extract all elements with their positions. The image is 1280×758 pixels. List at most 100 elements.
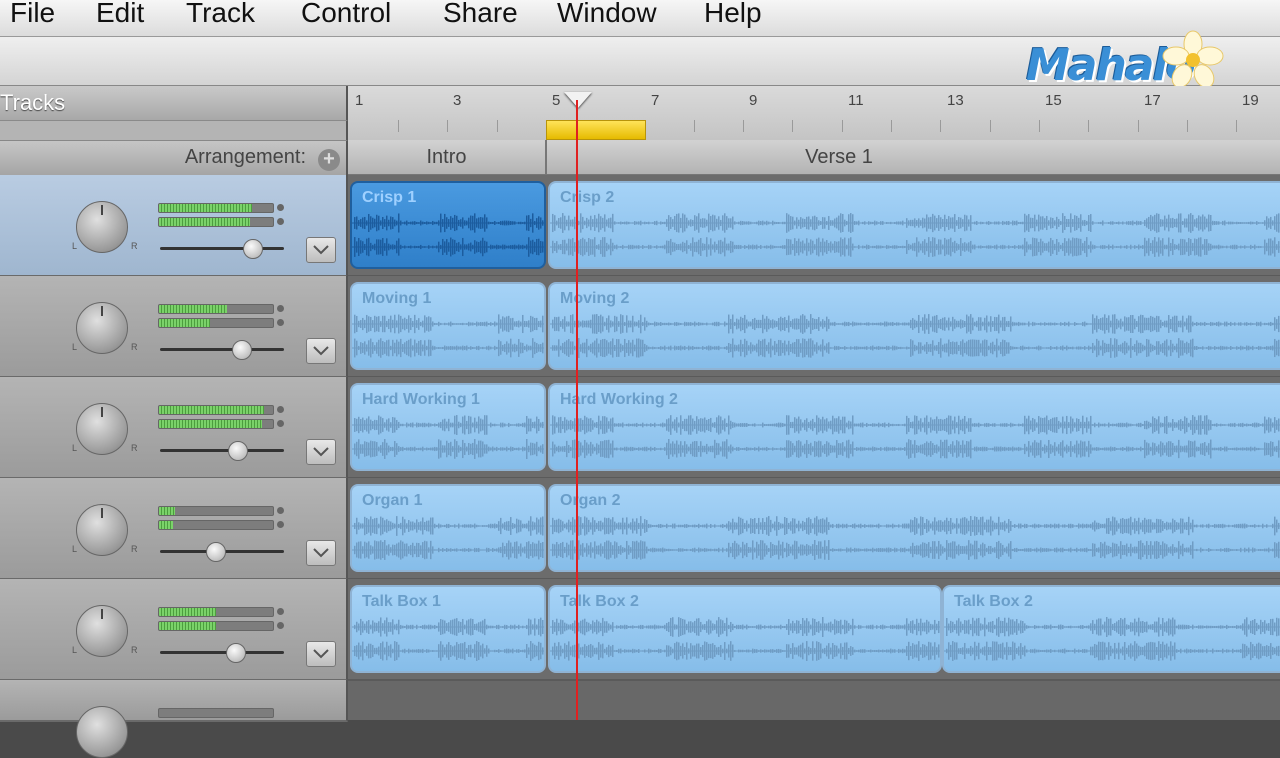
track-options-button[interactable] (306, 237, 336, 263)
playhead-line[interactable] (576, 100, 578, 720)
track-header[interactable]: LR (0, 579, 348, 681)
track-header[interactable]: LR (0, 276, 348, 378)
region-moving-2[interactable]: Moving 2 (548, 282, 1280, 370)
clip-indicator[interactable] (277, 521, 284, 528)
volume-slider[interactable] (160, 348, 284, 351)
waveform-sample (362, 621, 364, 633)
region-hard-working-2[interactable]: Hard Working 2 (548, 383, 1280, 471)
pan-knob[interactable] (76, 706, 128, 758)
waveform-sample (1146, 218, 1148, 228)
waveform-sample (572, 440, 574, 458)
track-options-button[interactable] (306, 338, 336, 364)
region-organ-2[interactable]: Organ 2 (548, 484, 1280, 572)
track-options-button[interactable] (306, 540, 336, 566)
waveform-sample (454, 645, 456, 657)
waveform-sample (1228, 323, 1230, 325)
menu-share[interactable]: Share (443, 0, 518, 29)
region-moving-1[interactable]: Moving 1 (350, 282, 546, 370)
waveform-sample (664, 322, 666, 326)
waveform-sample (818, 621, 820, 633)
menu-window[interactable]: Window (557, 0, 657, 29)
menu-file[interactable]: File (10, 0, 55, 29)
waveform-sample (922, 517, 924, 535)
waveform-sample (1266, 623, 1268, 631)
pan-knob[interactable] (76, 201, 128, 253)
clip-indicator[interactable] (277, 420, 284, 427)
clip-indicator[interactable] (277, 204, 284, 211)
pan-knob[interactable] (76, 403, 128, 455)
volume-slider-thumb[interactable] (231, 340, 252, 360)
clip-indicator[interactable] (277, 622, 284, 629)
menu-control[interactable]: Control (301, 0, 391, 29)
waveform-sample (1192, 242, 1194, 252)
track-header[interactable]: LR (0, 175, 348, 277)
waveform-sample (802, 520, 804, 532)
volume-slider-thumb[interactable] (228, 441, 249, 461)
track-options-button[interactable] (306, 641, 336, 667)
waveform-sample (810, 546, 812, 554)
region-crisp-1[interactable]: Crisp 1 (350, 181, 546, 269)
waveform-sample (1100, 523, 1102, 529)
waveform-sample (1244, 423, 1246, 427)
waveform-sample (928, 217, 930, 229)
waveform-sample (458, 346, 460, 350)
waveform-sample (724, 642, 726, 660)
clip-indicator[interactable] (277, 406, 284, 413)
region-talk-box-1[interactable]: Talk Box 1 (350, 585, 546, 673)
region-talk-box-2-copy[interactable]: Talk Box 2 (942, 585, 1280, 673)
waveform-sample (1234, 626, 1236, 628)
region-crisp-2[interactable]: Crisp 2 (548, 181, 1280, 269)
waveform-sample (458, 219, 460, 227)
volume-slider-thumb[interactable] (226, 643, 246, 663)
waveform-sample (764, 318, 766, 330)
waveform-sample (1010, 541, 1012, 559)
waveform-sample (384, 620, 386, 634)
volume-slider[interactable] (160, 651, 284, 654)
clip-indicator[interactable] (277, 507, 284, 514)
waveform-sample (482, 346, 484, 350)
clip-indicator[interactable] (277, 608, 284, 615)
waveform-sample (1120, 518, 1122, 534)
clip-indicator[interactable] (277, 305, 284, 312)
volume-slider[interactable] (160, 247, 284, 250)
waveform-sample (1024, 523, 1026, 529)
pan-knob[interactable] (76, 302, 128, 354)
waveform-sample (946, 343, 948, 353)
region-organ-1[interactable]: Organ 1 (350, 484, 546, 572)
pan-knob[interactable] (76, 504, 128, 556)
section-intro[interactable]: Intro (348, 140, 547, 174)
playhead-handle[interactable] (564, 92, 592, 108)
waveform-sample (962, 219, 964, 227)
waveform-sample (1052, 445, 1054, 453)
menu-edit[interactable]: Edit (96, 0, 144, 29)
cycle-region[interactable] (546, 120, 646, 140)
waveform-sample (1262, 523, 1264, 529)
waveform-sample (748, 221, 750, 225)
region-talk-box-2[interactable]: Talk Box 2 (548, 585, 942, 673)
menu-help[interactable]: Help (704, 0, 762, 29)
section-verse-1[interactable]: Verse 1 (547, 140, 1131, 174)
region-hard-working-1[interactable]: Hard Working 1 (350, 383, 546, 471)
track-header[interactable]: LR (0, 478, 348, 580)
track-options-button[interactable] (306, 439, 336, 465)
waveform-sample (1004, 617, 1006, 637)
volume-slider-thumb[interactable] (242, 239, 263, 259)
waveform-sample (1268, 238, 1270, 256)
clip-indicator[interactable] (277, 319, 284, 326)
waveform-sample (552, 620, 554, 634)
clip-indicator[interactable] (277, 218, 284, 225)
add-arrangement-button[interactable]: + (318, 149, 340, 171)
waveform-sample (936, 521, 938, 531)
pan-knob[interactable] (76, 605, 128, 657)
waveform-sample (534, 644, 536, 658)
menu-track[interactable]: Track (186, 0, 255, 29)
volume-slider[interactable] (160, 449, 284, 452)
track-header[interactable] (0, 680, 348, 758)
waveform-sample (1236, 244, 1238, 250)
track-header[interactable]: LR (0, 377, 348, 479)
waveform-sample (1136, 546, 1138, 554)
waveform-sample (486, 217, 488, 229)
volume-slider-thumb[interactable] (206, 542, 227, 562)
waveform-sample (408, 625, 410, 629)
timeline-ruler[interactable]: 1 3 5 7 9 11 13 15 17 19 (348, 86, 1280, 141)
